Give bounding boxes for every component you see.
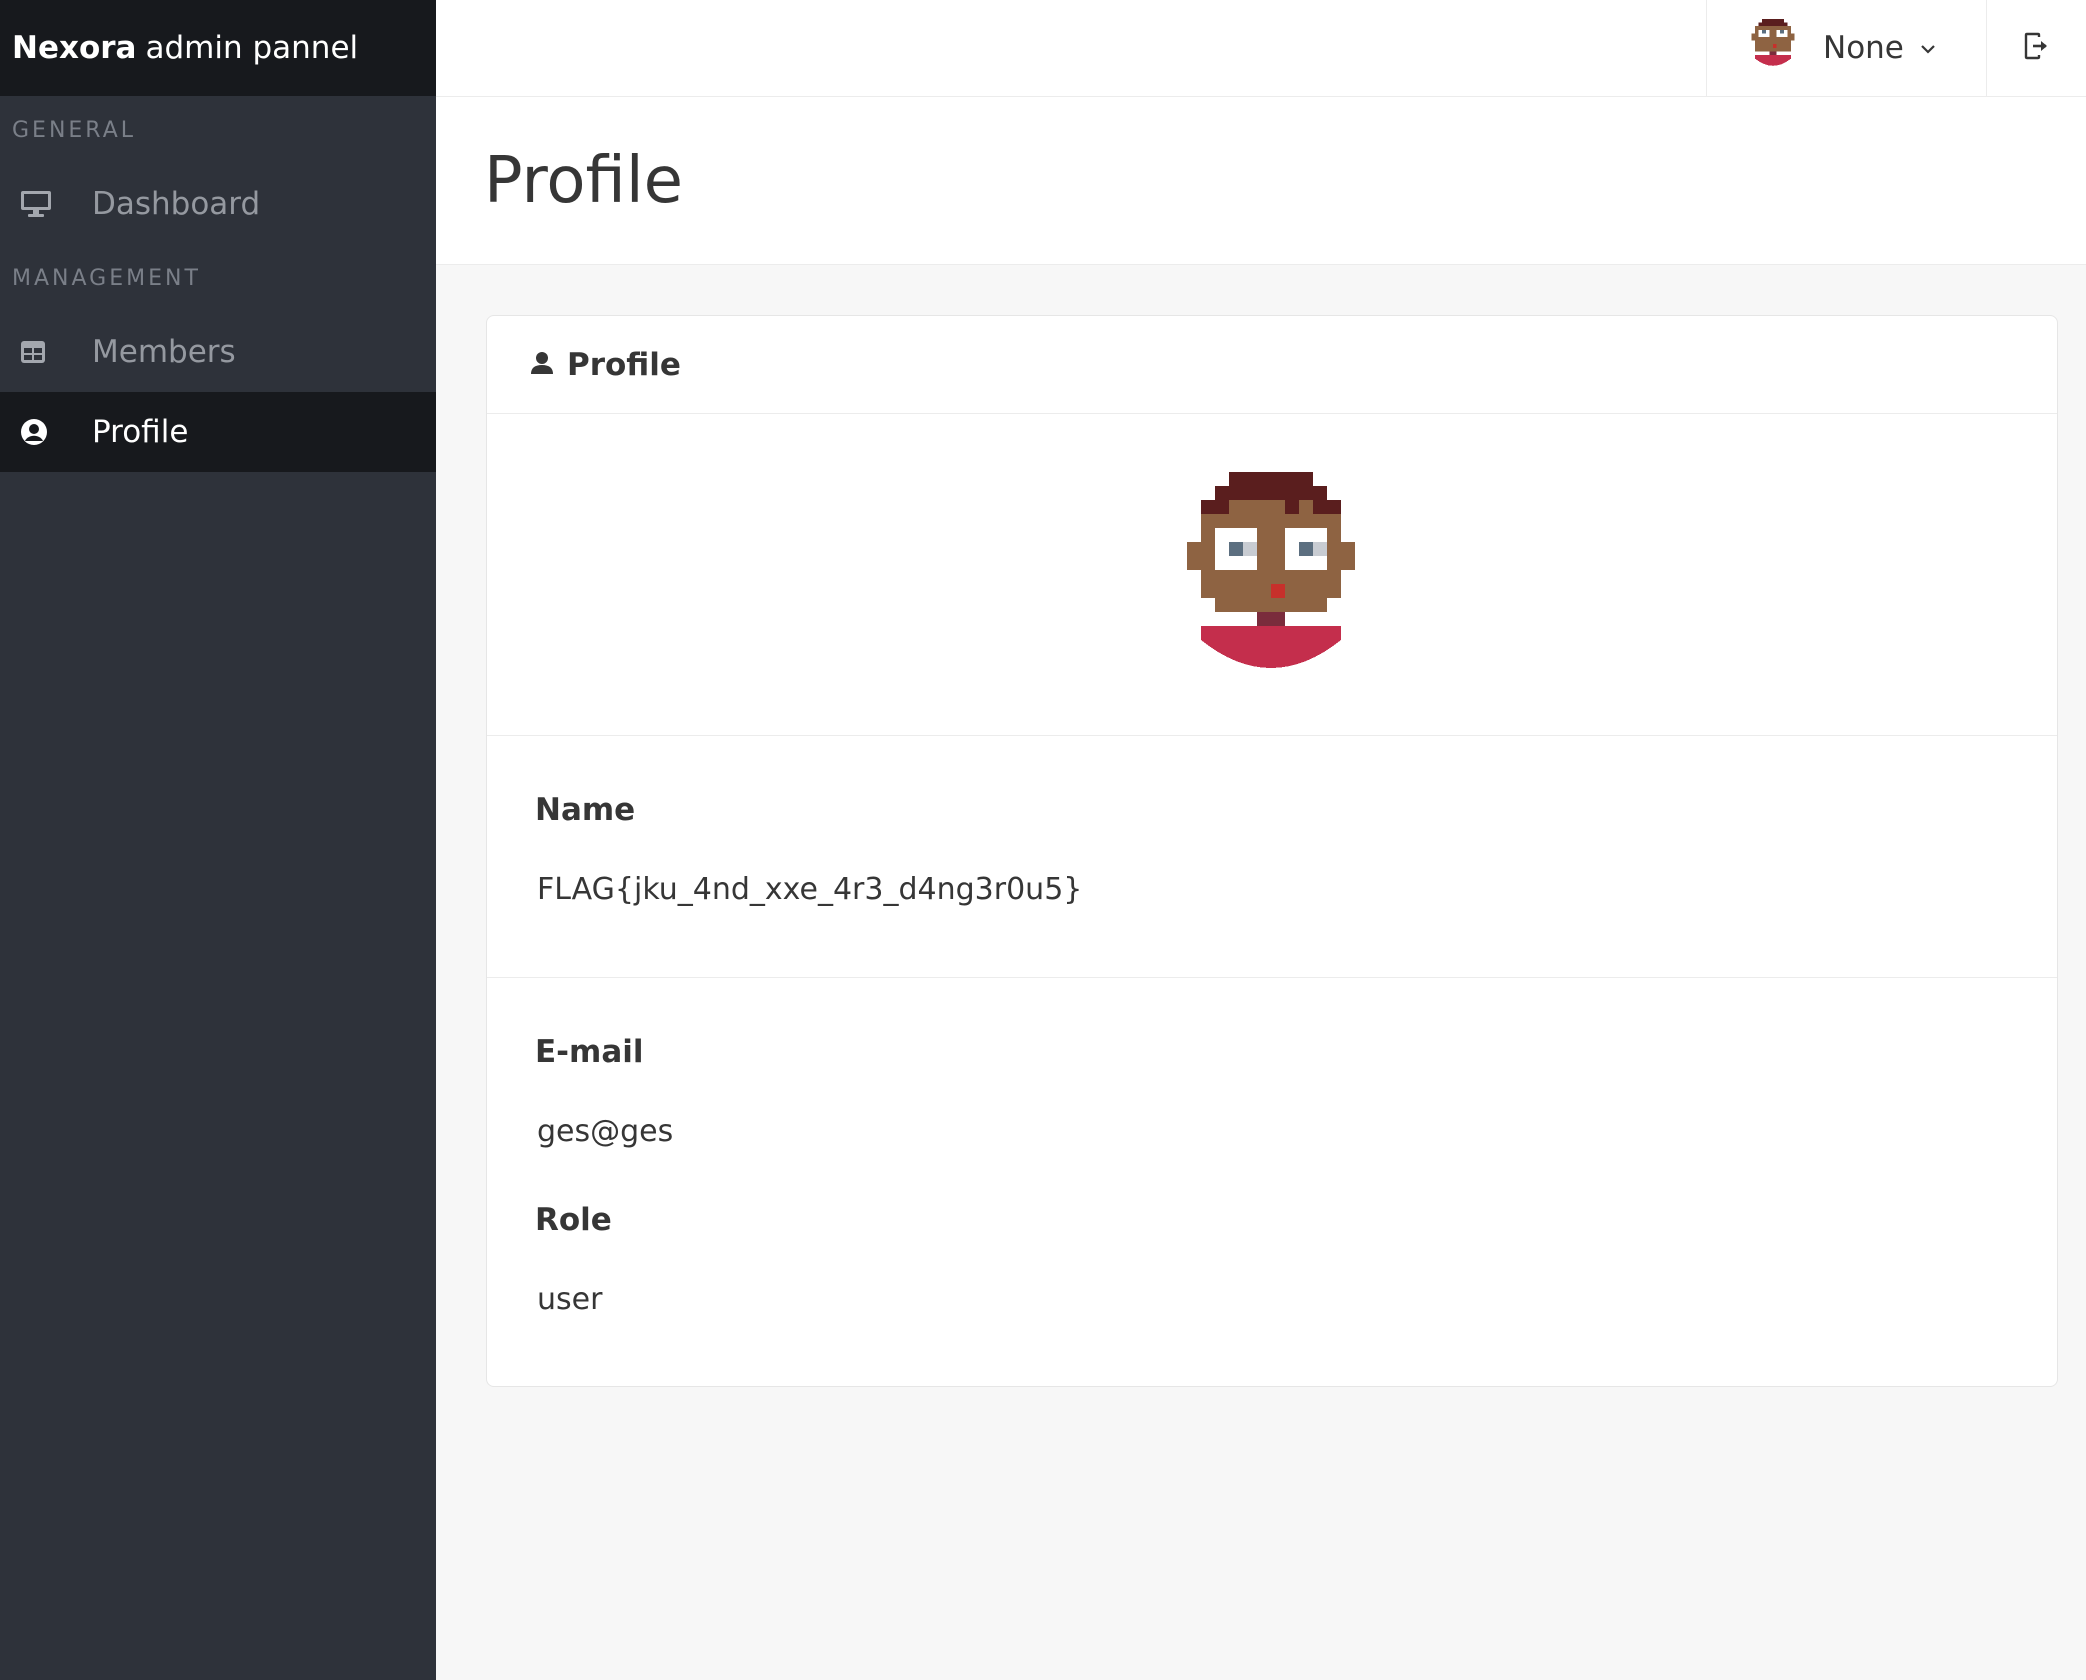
name-section: Name FLAG{jku_4nd_xxe_4r3_d4ng3r0u5} — [487, 736, 2057, 978]
email-label: E-mail — [535, 1034, 644, 1070]
role-value: user — [537, 1282, 603, 1317]
title-bar: Profile — [436, 97, 2086, 265]
email-value: ges@ges — [537, 1114, 674, 1149]
role-label: Role — [535, 1202, 612, 1238]
menu-label-general: GENERAL — [12, 117, 137, 143]
info-section: E-mail ges@ges Role user — [487, 978, 2057, 1320]
brand-name: Nexora — [12, 30, 137, 66]
sidebar-item-dashboard[interactable]: Dashboard — [0, 164, 436, 244]
sidebar-item-label: Dashboard — [92, 186, 261, 222]
logout-icon — [2023, 32, 2051, 64]
avatar-section — [487, 414, 2057, 736]
user-menu-dropdown[interactable]: None — [1706, 0, 1986, 96]
sidebar-item-profile[interactable]: Profile — [0, 392, 436, 472]
top-navbar: None — [436, 0, 2086, 97]
name-value: FLAG{jku_4nd_xxe_4r3_d4ng3r0u5} — [537, 872, 1083, 907]
card-header: Profile — [487, 316, 2057, 414]
brand[interactable]: Nexora admin pannel — [0, 0, 436, 96]
table-icon — [0, 340, 92, 364]
profile-card: Profile Name FLAG{jku_4nd_xxe_4r3_d4ng3r… — [486, 315, 2058, 1387]
user-icon — [531, 347, 567, 383]
brand-subtitle: admin pannel — [145, 30, 359, 66]
user-name: None — [1823, 30, 1904, 66]
sidebar-item-label: Members — [92, 334, 236, 370]
menu-label-management: MANAGEMENT — [12, 265, 201, 291]
sidebar: Nexora admin pannel GENERAL Dashboard MA… — [0, 0, 436, 1680]
sidebar-item-label: Profile — [92, 414, 189, 450]
user-circle-icon — [0, 418, 92, 446]
logout-button[interactable] — [1986, 0, 2086, 96]
name-label: Name — [535, 792, 636, 828]
card-title: Profile — [567, 346, 681, 383]
pixel-avatar-icon — [1751, 19, 1795, 77]
avatar — [1187, 472, 1355, 686]
desktop-icon — [0, 190, 92, 218]
sidebar-item-members[interactable]: Members — [0, 312, 436, 392]
chevron-down-icon — [1920, 39, 1936, 58]
page-title: Profile — [484, 143, 683, 218]
